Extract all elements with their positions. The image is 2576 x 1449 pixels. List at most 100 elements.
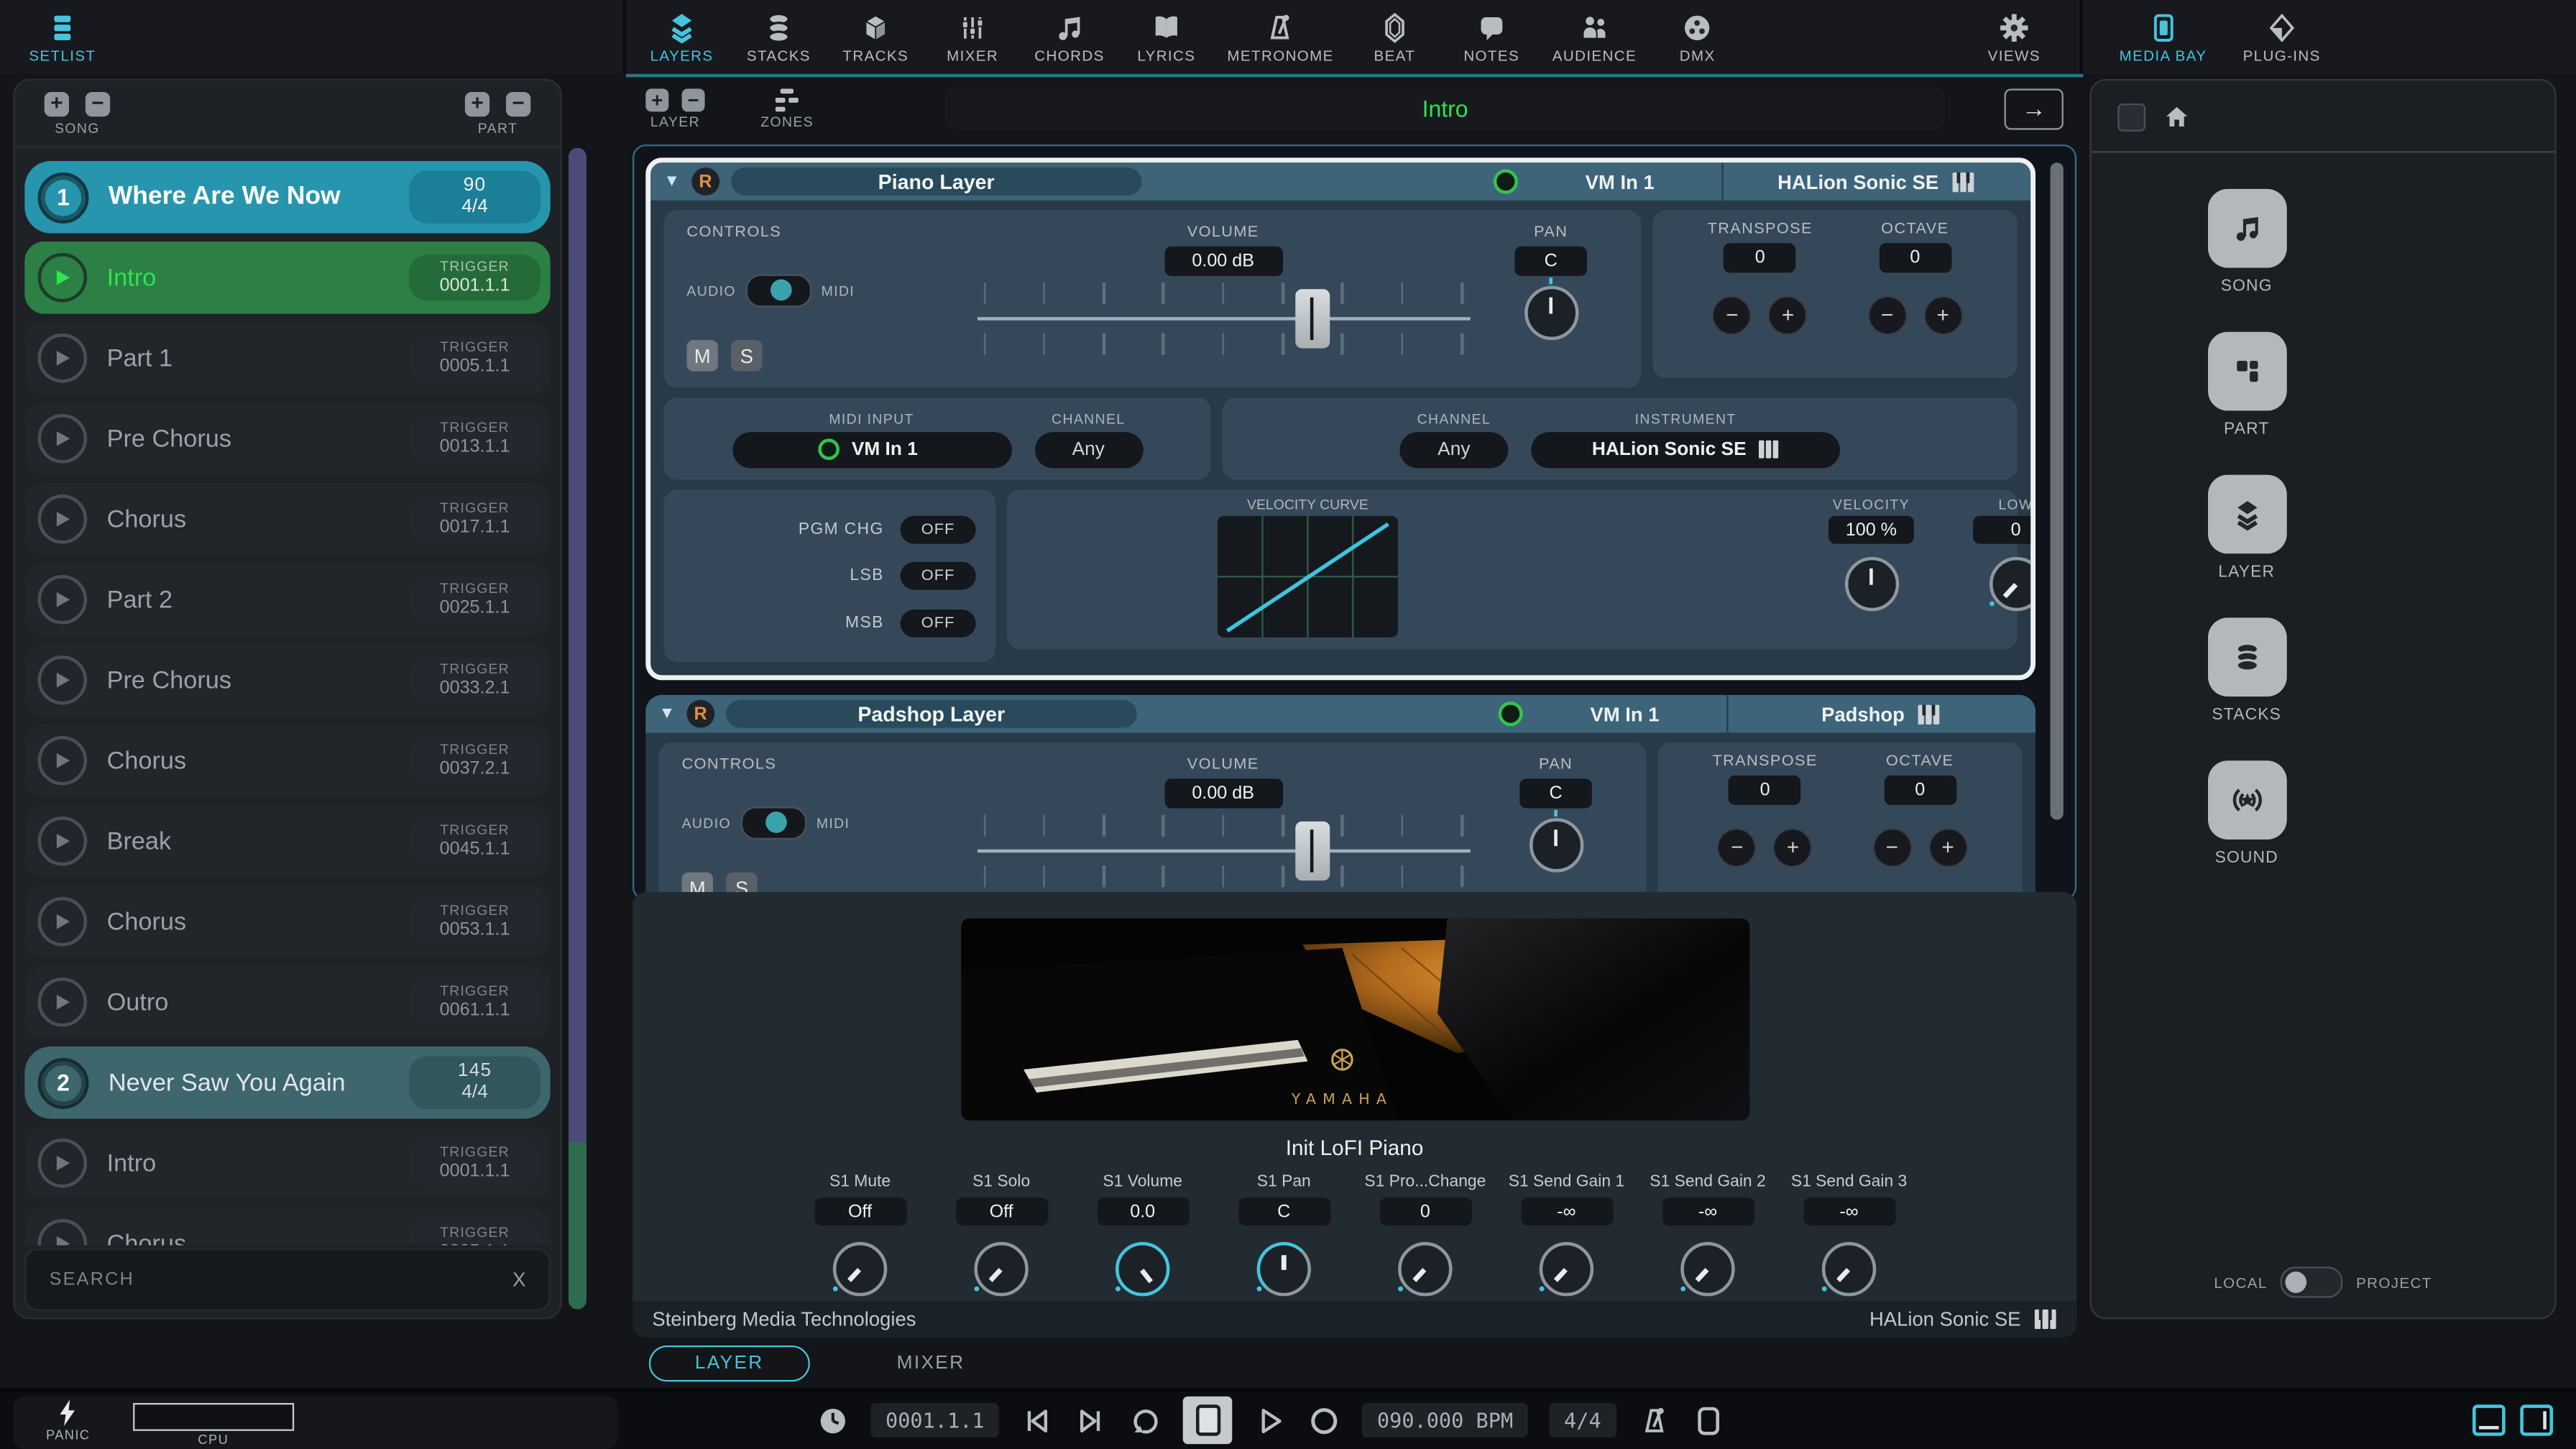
toolbar-item-layers[interactable]: LAYERS: [645, 11, 718, 63]
play-part-button[interactable]: [38, 253, 88, 303]
part-row[interactable]: Break TRIGGER 0045.1.1: [24, 805, 550, 878]
toolbar-item-tracks[interactable]: TRACKS: [840, 11, 912, 63]
volume-fader[interactable]: [977, 815, 1470, 888]
tab-mixer[interactable]: MIXER: [852, 1347, 1009, 1380]
volume-fader-handle[interactable]: [1294, 289, 1329, 348]
filter-checkbox[interactable]: [2117, 104, 2145, 132]
octave-minus-button[interactable]: −: [1867, 295, 1907, 335]
position-display[interactable]: 0001.1.1: [870, 1403, 999, 1438]
octave-value[interactable]: 0: [1884, 776, 1956, 805]
play-part-button[interactable]: [38, 1138, 88, 1188]
limit-low-knob[interactable]: [1989, 557, 2036, 611]
toolbar-item-dmx[interactable]: DMX: [1661, 11, 1734, 63]
toggle-bottom-panel-icon[interactable]: [2472, 1404, 2506, 1435]
part-row[interactable]: Part 1 TRIGGER 0005.1.1: [24, 322, 550, 395]
play-part-button[interactable]: [38, 575, 88, 625]
tab-layer[interactable]: LAYER: [649, 1346, 810, 1381]
param-value[interactable]: Off: [955, 1197, 1047, 1225]
octave-minus-button[interactable]: −: [1872, 828, 1912, 868]
play-part-button[interactable]: [38, 816, 88, 866]
toolbar-item-plug-ins[interactable]: PLUG-INS: [2243, 11, 2321, 63]
param-knob[interactable]: [833, 1242, 887, 1296]
song-row[interactable]: 1 Where Are We Now 90 4/4: [24, 161, 550, 234]
play-part-button[interactable]: [38, 494, 88, 544]
layer-panel-padshop[interactable]: ▼ R Padshop Layer VM In 1 Padshop: [645, 695, 2036, 901]
param-value[interactable]: 0.0: [1097, 1197, 1189, 1225]
solo-button[interactable]: S: [731, 340, 762, 371]
transpose-plus-button[interactable]: +: [1768, 295, 1808, 335]
play-part-button[interactable]: [38, 978, 88, 1027]
toolbar-item-lyrics[interactable]: LYRICS: [1131, 11, 1203, 63]
toolbar-item-setlist[interactable]: SETLIST: [27, 11, 99, 63]
param-knob[interactable]: [1822, 1242, 1876, 1296]
layer-name[interactable]: Piano Layer: [731, 167, 1141, 196]
local-project-toggle[interactable]: [2281, 1266, 2343, 1297]
part-row[interactable]: Outro TRIGGER 0061.1.1: [24, 966, 550, 1039]
param-knob[interactable]: [1116, 1242, 1169, 1296]
param-knob[interactable]: [1257, 1242, 1311, 1296]
collapse-icon[interactable]: ▼: [663, 173, 680, 190]
add-part-button[interactable]: +: [465, 91, 489, 116]
toolbar-item-audience[interactable]: AUDIENCE: [1552, 11, 1637, 63]
octave-plus-button[interactable]: +: [1928, 828, 1968, 868]
octave-plus-button[interactable]: +: [1923, 295, 1963, 335]
toolbar-item-chords[interactable]: CHORDS: [1034, 11, 1106, 63]
pan-value[interactable]: C: [1519, 778, 1592, 808]
part-row[interactable]: Pre Chorus TRIGGER 0013.1.1: [24, 402, 550, 475]
remove-song-button[interactable]: −: [86, 91, 110, 116]
param-knob[interactable]: [1680, 1242, 1734, 1296]
param-value[interactable]: C: [1238, 1197, 1330, 1225]
transpose-minus-button[interactable]: −: [1717, 828, 1757, 868]
remove-layer-button[interactable]: −: [682, 88, 705, 111]
transpose-minus-button[interactable]: −: [1712, 295, 1752, 335]
tempo-display[interactable]: 090.000 BPM: [1362, 1403, 1527, 1438]
tile-part[interactable]: PART: [2161, 332, 2333, 439]
layer-input[interactable]: VM In 1: [1530, 170, 1710, 193]
pan-value[interactable]: C: [1514, 247, 1587, 276]
part-row[interactable]: Intro TRIGGER 0001.1.1: [24, 1127, 550, 1200]
volume-fader-handle[interactable]: [1294, 822, 1329, 880]
transpose-value[interactable]: 0: [1724, 243, 1796, 272]
go-to-end-button[interactable]: [1075, 1404, 1108, 1437]
midi-input-select[interactable]: VM In 1: [732, 431, 1011, 467]
part-row[interactable]: Pre Chorus TRIGGER 0033.2.1: [24, 644, 550, 717]
cycle-button[interactable]: [1129, 1404, 1162, 1437]
transpose-value[interactable]: 0: [1729, 776, 1801, 805]
play-part-button[interactable]: [38, 736, 88, 786]
record-arm-button[interactable]: R: [691, 167, 719, 196]
remove-part-button[interactable]: −: [506, 91, 530, 116]
part-row[interactable]: Chorus TRIGGER 0005.1.1: [24, 1208, 550, 1246]
lsb-toggle[interactable]: OFF: [901, 562, 976, 590]
layer-name[interactable]: Padshop Layer: [726, 700, 1136, 728]
tile-song[interactable]: SONG: [2161, 189, 2333, 296]
play-part-button[interactable]: [38, 414, 88, 464]
add-layer-button[interactable]: +: [645, 88, 668, 111]
toolbar-item-stacks[interactable]: STACKS: [742, 11, 815, 63]
part-row[interactable]: Chorus TRIGGER 0053.1.1: [24, 886, 550, 958]
layer-instrument[interactable]: HALion Sonic SE: [1735, 170, 2018, 193]
audio-midi-toggle[interactable]: [746, 275, 811, 308]
time-format-button[interactable]: [816, 1404, 850, 1437]
toolbar-item-metronome[interactable]: METRONOME: [1227, 11, 1333, 63]
part-row[interactable]: Chorus TRIGGER 0037.2.1: [24, 724, 550, 797]
play-part-button[interactable]: [38, 334, 88, 383]
param-value[interactable]: -∞: [1520, 1197, 1612, 1225]
record-arm-button[interactable]: R: [686, 700, 714, 728]
tile-sound[interactable]: SOUND: [2161, 760, 2333, 868]
pan-knob[interactable]: [1524, 286, 1578, 340]
param-knob[interactable]: [1398, 1242, 1452, 1296]
part-row[interactable]: Part 2 TRIGGER 0025.1.1: [24, 564, 550, 636]
layer-panel-piano[interactable]: ▼ R Piano Layer VM In 1 HALion Sonic SE: [645, 157, 2036, 680]
midi-channel-select[interactable]: Any: [1034, 431, 1143, 467]
preset-name[interactable]: Init LoFI Piano: [632, 1135, 2076, 1159]
home-icon[interactable]: [2162, 104, 2191, 132]
limit-low-value[interactable]: 0: [1973, 516, 2036, 544]
layers-scrollbar[interactable]: [2051, 162, 2064, 819]
search-input[interactable]: SEARCH X: [24, 1248, 550, 1311]
velocity-knob[interactable]: [1844, 557, 1898, 611]
toolbar-item-media-bay[interactable]: MEDIA BAY: [2120, 11, 2207, 63]
panic-button[interactable]: PANIC: [46, 1399, 90, 1442]
octave-value[interactable]: 0: [1879, 243, 1951, 272]
transpose-plus-button[interactable]: +: [1773, 828, 1813, 868]
out-channel-select[interactable]: Any: [1399, 431, 1508, 467]
